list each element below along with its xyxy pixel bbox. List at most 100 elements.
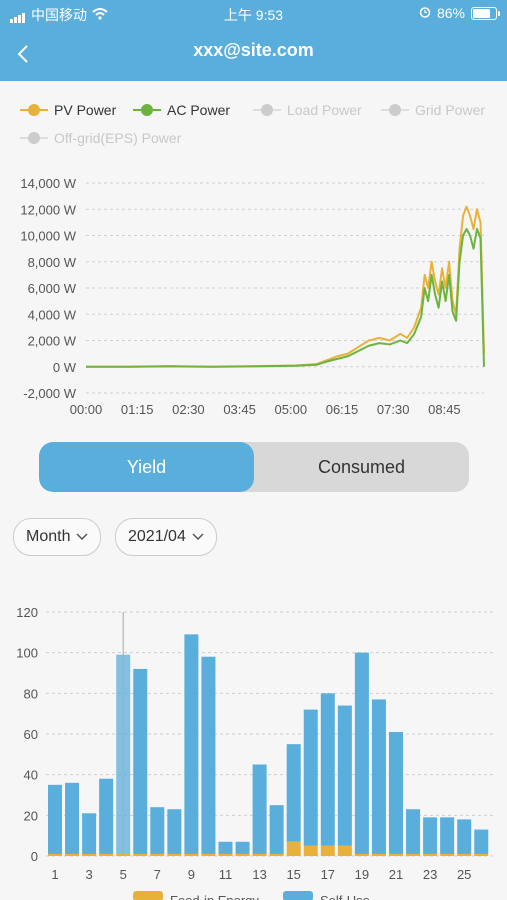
bar-self-use bbox=[184, 634, 199, 854]
tab-yield[interactable]: Yield bbox=[39, 442, 254, 492]
legend-swatch-feed-in bbox=[133, 891, 163, 900]
bar-self-use bbox=[65, 782, 80, 854]
chevron-down-icon bbox=[76, 530, 88, 544]
legend-load-power[interactable]: Load Power bbox=[253, 102, 362, 118]
x-tick-label: 07:30 bbox=[377, 402, 410, 417]
x-tick-label: 11 bbox=[219, 867, 233, 882]
bar-self-use bbox=[218, 841, 233, 854]
bar-self-use bbox=[133, 668, 148, 854]
y-tick-label: 0 W bbox=[53, 360, 77, 375]
bar-self-use bbox=[440, 817, 455, 854]
power-line-chart[interactable]: -2,000 W 0 W 2,000 W 4,000 W 6,000 W 8,000 W 1… bbox=[0, 168, 507, 423]
legend-label-self-use: Self-Use bbox=[320, 893, 370, 900]
period-select[interactable]: Month bbox=[13, 518, 102, 556]
bar-self-use bbox=[99, 778, 114, 854]
bar-feed-in bbox=[440, 853, 455, 856]
x-tick-label: 3 bbox=[85, 867, 92, 882]
bar-self-use bbox=[320, 693, 335, 846]
y-tick-label: 14,000 W bbox=[20, 176, 76, 191]
bar-self-use bbox=[371, 699, 386, 854]
bar-feed-in bbox=[99, 853, 114, 856]
series-line-pv-power bbox=[86, 205, 485, 368]
yield-consumed-toggle: Yield Consumed bbox=[39, 442, 469, 492]
legend-label-feed-in: Feed-in Energy bbox=[170, 893, 259, 900]
x-tick-label: 17 bbox=[321, 867, 335, 882]
page-title: xxx@site.com bbox=[193, 40, 314, 60]
bar-feed-in bbox=[457, 853, 472, 856]
x-tick-label: 03:45 bbox=[223, 402, 256, 417]
bar-self-use bbox=[354, 652, 369, 854]
bar-feed-in bbox=[423, 853, 438, 856]
bar-feed-in bbox=[252, 853, 267, 856]
series-line-ac-power bbox=[86, 227, 485, 368]
bar-feed-in bbox=[269, 853, 284, 856]
bar-feed-in bbox=[406, 853, 421, 856]
x-tick-label: 9 bbox=[188, 867, 195, 882]
bar-feed-in bbox=[371, 853, 386, 856]
y-tick-label: 80 bbox=[24, 686, 38, 701]
bar-feed-in bbox=[235, 853, 250, 856]
legend-label: AC Power bbox=[167, 102, 231, 118]
nav-bar: xxx@site.com bbox=[0, 28, 507, 81]
x-tick-label: 13 bbox=[252, 867, 266, 882]
battery-icon bbox=[471, 6, 500, 20]
energy-bar-chart[interactable]: 020406080100120135791113151719212325Feed… bbox=[0, 600, 507, 900]
bar-self-use bbox=[201, 656, 216, 854]
bar-feed-in bbox=[65, 853, 80, 856]
bar-feed-in bbox=[303, 845, 318, 856]
bar-self-use bbox=[389, 731, 403, 854]
y-tick-label: 60 bbox=[24, 727, 38, 742]
x-tick-label: 21 bbox=[389, 867, 403, 882]
bar-self-use bbox=[150, 807, 165, 854]
bar-feed-in bbox=[320, 845, 335, 856]
x-tick-label: 01:15 bbox=[121, 402, 154, 417]
legend-grid-power[interactable]: Grid Power bbox=[381, 102, 485, 118]
x-tick-label: 06:15 bbox=[326, 402, 359, 417]
bar-feed-in bbox=[167, 853, 182, 856]
bar-feed-in bbox=[474, 853, 489, 856]
alarm-icon bbox=[419, 5, 431, 21]
y-tick-label: 40 bbox=[24, 768, 38, 783]
date-select[interactable]: 2021/04 bbox=[115, 518, 217, 556]
bar-self-use bbox=[235, 841, 250, 854]
bar-feed-in bbox=[184, 853, 199, 856]
bar-self-use bbox=[252, 764, 267, 854]
x-tick-label: 5 bbox=[120, 867, 127, 882]
bar-feed-in bbox=[286, 841, 301, 856]
y-tick-label: 0 bbox=[31, 849, 38, 864]
y-tick-label: 100 bbox=[16, 646, 38, 661]
legend-swatch-self-use bbox=[283, 891, 313, 900]
y-tick-label: 20 bbox=[24, 808, 38, 823]
bar-self-use bbox=[303, 709, 318, 846]
bar-self-use bbox=[474, 829, 489, 854]
y-tick-label: 2,000 W bbox=[28, 334, 77, 349]
legend-pv-power[interactable]: PV Power bbox=[20, 102, 116, 118]
bar-feed-in bbox=[354, 853, 369, 856]
y-tick-label: -2,000 W bbox=[23, 386, 76, 401]
legend-ac-power[interactable]: AC Power bbox=[133, 102, 230, 118]
bar-feed-in bbox=[389, 853, 403, 856]
y-tick-label: 4,000 W bbox=[28, 307, 77, 322]
status-bar: 中国移动 上午 9:53 86% bbox=[0, 0, 507, 28]
bar-feed-in bbox=[201, 853, 216, 856]
legend-eps-power[interactable]: Off-grid(EPS) Power bbox=[20, 130, 181, 146]
tab-consumed[interactable]: Consumed bbox=[254, 442, 469, 492]
bar-self-use bbox=[167, 809, 182, 854]
period-value: Month bbox=[26, 528, 71, 545]
x-tick-label: 08:45 bbox=[428, 402, 461, 417]
bar-feed-in bbox=[48, 853, 62, 856]
y-tick-label: 10,000 W bbox=[20, 229, 76, 244]
bar-self-use bbox=[337, 705, 352, 846]
bar-feed-in bbox=[150, 853, 165, 856]
bar-feed-in bbox=[133, 853, 148, 856]
bar-feed-in bbox=[337, 845, 352, 856]
battery-percent: 86% bbox=[436, 5, 465, 21]
y-tick-label: 6,000 W bbox=[28, 281, 77, 296]
date-value: 2021/04 bbox=[128, 528, 186, 545]
legend-label: Off-grid(EPS) Power bbox=[54, 130, 182, 146]
bar-self-use bbox=[82, 813, 97, 854]
y-tick-label: 12,000 W bbox=[20, 202, 76, 217]
bar-feed-in bbox=[218, 853, 233, 856]
bar-self-use bbox=[423, 817, 438, 854]
y-tick-label: 8,000 W bbox=[28, 255, 77, 270]
